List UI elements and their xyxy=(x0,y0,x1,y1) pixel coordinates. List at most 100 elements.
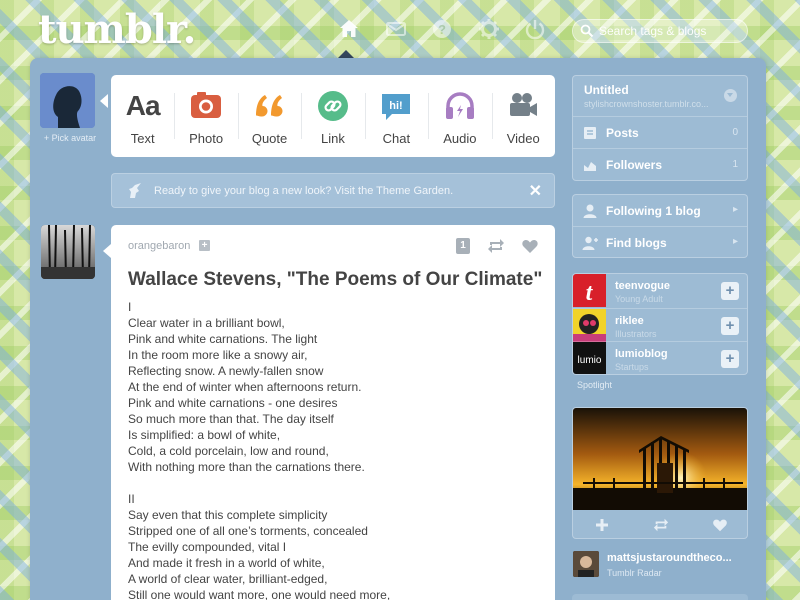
poem-line: At the end of winter when afternoons ret… xyxy=(128,380,362,394)
sidebar-item-label: Posts xyxy=(606,126,639,140)
radar-label[interactable]: Tumblr Radar xyxy=(607,568,662,578)
poem-line: Pink and white carnations. The light xyxy=(128,332,318,346)
riklee-avatar xyxy=(573,308,606,342)
find-blogs-icon xyxy=(582,235,598,251)
radar-user-name[interactable]: mattsjustaroundtheco... xyxy=(607,552,747,564)
pick-avatar-link[interactable]: + Pick avatar xyxy=(40,133,100,143)
close-icon[interactable]: ✕ xyxy=(529,181,542,201)
sidebar-item-following[interactable]: Following 1 blog ▸ xyxy=(573,195,747,226)
post-type-bar: Aa Text Photo Quote Link hi! Chat Audio xyxy=(111,75,555,157)
radar-photo[interactable] xyxy=(573,408,747,510)
poem-line: With nothing more than the carnations th… xyxy=(128,460,365,474)
sidebar-item-label: Followers xyxy=(606,158,663,172)
poem-line: So much more than that. The day itself xyxy=(128,412,334,426)
poem-line: Say even that this complete simplicity xyxy=(128,508,328,522)
camera-icon xyxy=(189,89,223,123)
note-count-badge[interactable]: 1 xyxy=(456,238,470,254)
post-type-photo[interactable]: Photo xyxy=(174,75,237,157)
poem-line: In the room more like a snowy air, xyxy=(128,348,308,362)
text-icon: Aa xyxy=(125,90,161,121)
recommended-blog-name[interactable]: teenvogue xyxy=(615,280,670,292)
post-type-label: Video xyxy=(506,131,540,146)
recommended-blog-category: Startups xyxy=(615,362,649,372)
post-type-video[interactable]: Video xyxy=(491,75,555,157)
post-type-audio[interactable]: Audio xyxy=(428,75,491,157)
blog-header[interactable]: Untitled stylishcrownshoster.tumblr.co..… xyxy=(573,76,747,116)
poem-line: Reflecting snow. A newly-fallen snow xyxy=(128,364,324,378)
user-avatar[interactable] xyxy=(40,73,95,128)
post-type-link[interactable]: Link xyxy=(301,75,364,157)
search-input[interactable] xyxy=(572,19,748,43)
home-icon[interactable] xyxy=(337,17,361,41)
help-icon[interactable]: ? xyxy=(430,17,454,41)
post-card: orangebaron + 1 Wallace Stevens, "The Po… xyxy=(111,225,555,600)
mail-icon[interactable] xyxy=(384,17,408,41)
recommended-blog-category: Illustrators xyxy=(615,328,657,339)
follow-button[interactable]: + xyxy=(721,350,739,368)
posts-icon xyxy=(582,125,598,141)
theme-garden-banner[interactable]: Ready to give your blog a new look? Visi… xyxy=(111,173,555,208)
poem-line: A world of clear water, brilliant-edged, xyxy=(128,572,328,586)
lumio-logo-text: lumio xyxy=(578,355,602,366)
link-icon xyxy=(316,89,350,123)
recommended-blog-row[interactable]: lumio lumioblog Startups + xyxy=(573,341,747,374)
post-type-quote[interactable]: Quote xyxy=(237,75,301,157)
post-type-chat[interactable]: hi! Chat xyxy=(364,75,428,157)
radar-post xyxy=(572,407,748,539)
recommended-blog-category: Young Adult xyxy=(615,294,663,304)
composer-pointer xyxy=(100,94,108,108)
follow-button[interactable]: + xyxy=(199,240,210,251)
sidebar-item-posts[interactable]: Posts 0 xyxy=(573,116,747,148)
poem-line: Clear water in a brilliant bowl, xyxy=(128,316,285,330)
post-type-label: Quote xyxy=(251,131,288,146)
recommended-blog-name[interactable]: lumioblog xyxy=(615,348,668,360)
post-title: Wallace Stevens, "The Poems of Our Clima… xyxy=(128,269,543,290)
chevron-down-icon[interactable] xyxy=(724,89,737,102)
poem-line: Pink and white carnations - one desires xyxy=(128,396,338,410)
spotlight-link[interactable]: Spotlight xyxy=(577,380,612,390)
like-heart-icon[interactable] xyxy=(521,237,539,255)
headphones-icon xyxy=(443,89,477,123)
teenvogue-avatar: t xyxy=(573,274,606,307)
recommended-blog-name[interactable]: riklee xyxy=(615,315,644,327)
recommended-blogs: t teenvogue Young Adult + riklee Illustr… xyxy=(572,273,748,375)
sidebar-item-find-blogs[interactable]: Find blogs ▸ xyxy=(573,226,747,257)
add-icon[interactable] xyxy=(573,510,632,538)
post-author-name[interactable]: orangebaron xyxy=(128,240,190,252)
post-type-label: Chat xyxy=(382,131,411,146)
sidebar-item-count: 0 xyxy=(732,127,738,138)
reblog-icon[interactable] xyxy=(487,237,505,255)
poem-line: Cold, a cold porcelain, low and round, xyxy=(128,444,329,458)
sidebar-item-label: Find blogs xyxy=(606,236,667,250)
post-author-avatar[interactable] xyxy=(41,225,95,279)
following-icon xyxy=(582,203,598,219)
post-type-label: Text xyxy=(130,131,155,146)
power-icon[interactable] xyxy=(523,17,547,41)
radar-user-avatar[interactable] xyxy=(573,551,599,577)
lumioblog-avatar: lumio xyxy=(573,342,606,374)
unicorn-icon xyxy=(126,182,144,200)
poem-line: The evilly compounded, vital I xyxy=(128,540,287,554)
follow-button[interactable]: + xyxy=(721,316,739,335)
like-heart-icon[interactable] xyxy=(690,510,747,538)
reblog-icon[interactable] xyxy=(632,510,691,538)
recommended-blog-row[interactable]: t teenvogue Young Adult + xyxy=(573,274,747,308)
tumblr-logo[interactable]: tumblr. xyxy=(38,6,196,53)
blog-url: stylishcrownshoster.tumblr.co... xyxy=(584,99,709,109)
sidebar-item-followers[interactable]: Followers 1 xyxy=(573,148,747,180)
following-menu: Following 1 blog ▸ Find blogs ▸ xyxy=(572,194,748,258)
post-type-label: Link xyxy=(321,131,345,146)
theme-garden-text: Ready to give your blog a new look? Visi… xyxy=(154,185,454,197)
blog-title: Untitled xyxy=(584,83,629,97)
post-type-text[interactable]: Aa Text xyxy=(111,75,174,157)
post-type-label: Audio xyxy=(443,131,477,146)
follow-button[interactable]: + xyxy=(721,282,739,300)
poem-line: II xyxy=(128,492,135,506)
poem-line: Is simplified: a bowl of white, xyxy=(128,428,281,442)
video-camera-icon xyxy=(506,89,540,123)
recommended-blog-row[interactable]: riklee Illustrators + xyxy=(573,307,747,342)
post-body: I Clear water in a brilliant bowl, Pink … xyxy=(128,299,538,600)
top-bar: tumblr. ? xyxy=(0,0,800,59)
poem-line: I xyxy=(128,300,132,314)
settings-icon[interactable] xyxy=(477,17,501,41)
